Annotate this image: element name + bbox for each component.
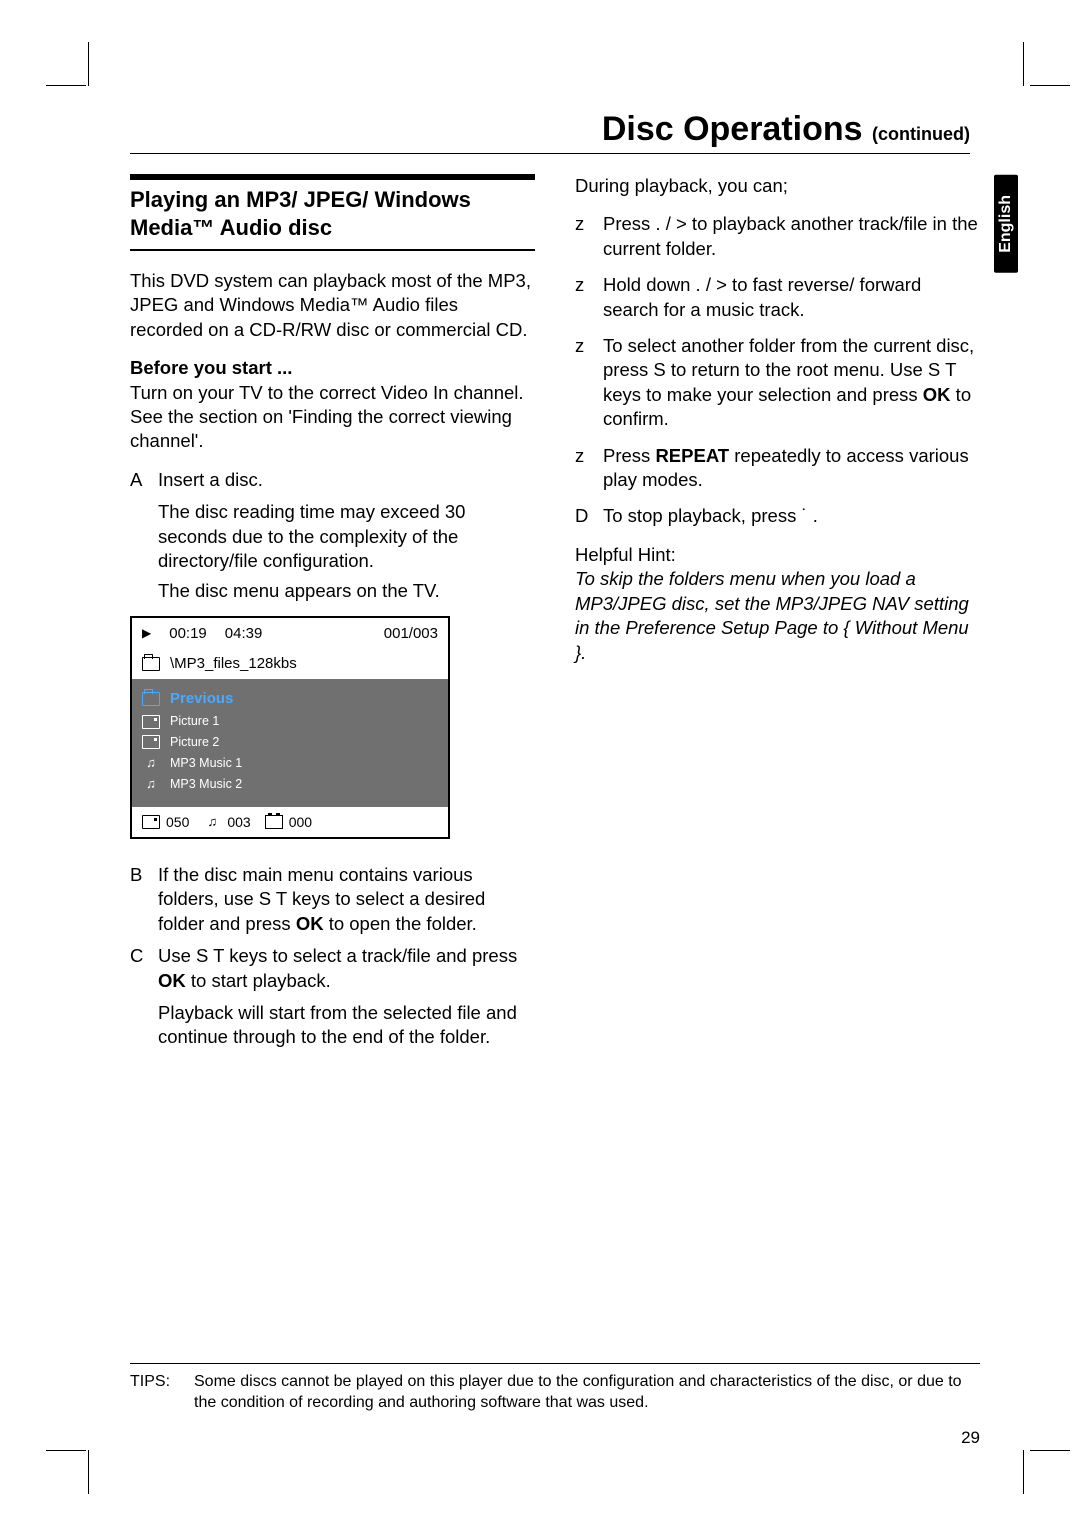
tips-footer: TIPS: Some discs cannot be played on thi… bbox=[130, 1363, 980, 1414]
disc-menu-body: Previous Picture 1 Picture 2 ♫ MP3 Music… bbox=[132, 679, 448, 806]
file-icon bbox=[142, 735, 160, 749]
step-b-marker: B bbox=[130, 863, 158, 936]
page-title: Disc Operations (continued) bbox=[130, 110, 970, 149]
page-number: 29 bbox=[961, 1428, 980, 1448]
bullet-item: z To select another folder from the curr… bbox=[575, 334, 980, 432]
disc-menu-footer: 050 ♫003 000 bbox=[132, 807, 448, 837]
step-a-marker: A bbox=[130, 468, 158, 492]
intro-paragraph: This DVD system can playback most of the… bbox=[130, 269, 535, 342]
crop-mark bbox=[1030, 1450, 1070, 1451]
crop-mark bbox=[1030, 85, 1070, 86]
bullet-item: z Hold down . / > to fast reverse/ forwa… bbox=[575, 273, 980, 322]
helpful-hint-body: To skip the folders menu when you load a… bbox=[575, 568, 969, 662]
disc-menu-illustration: ▶ 00:19 04:39 001/003 \MP3_files_128kbs … bbox=[130, 616, 450, 839]
title-main: Disc Operations bbox=[602, 110, 863, 148]
file-icon bbox=[142, 715, 160, 729]
disc-menu-path-row: \MP3_files_128kbs bbox=[132, 650, 448, 680]
step-a-body: Insert a disc. bbox=[158, 468, 535, 492]
before-you-start-label: Before you start ... bbox=[130, 357, 292, 378]
bullet-item: z Press REPEAT repeatedly to access vari… bbox=[575, 444, 980, 493]
crop-mark bbox=[1023, 42, 1024, 86]
during-playback-label: During playback, you can; bbox=[575, 174, 980, 198]
tips-label: TIPS: bbox=[130, 1372, 194, 1414]
time-current: 00:19 bbox=[169, 624, 207, 644]
play-icon: ▶ bbox=[142, 626, 151, 642]
disc-menu-header: ▶ 00:19 04:39 001/003 bbox=[132, 618, 448, 650]
manual-page: English Disc Operations (continued) Play… bbox=[0, 0, 1080, 1524]
content-columns: Playing an MP3/ JPEG/ Windows Media™ Aud… bbox=[130, 174, 980, 1056]
language-tab: English bbox=[994, 175, 1018, 273]
music-icon: ♫ bbox=[142, 754, 160, 771]
left-column: Playing an MP3/ JPEG/ Windows Media™ Aud… bbox=[130, 174, 535, 1056]
tips-text: Some discs cannot be played on this play… bbox=[194, 1372, 980, 1414]
step-a-note1: The disc reading time may exceed 30 seco… bbox=[130, 500, 535, 573]
crop-mark bbox=[88, 42, 89, 86]
crop-mark bbox=[46, 85, 86, 86]
step-d-marker: D bbox=[575, 504, 603, 528]
playback-actions-list: z Press . / > to playback another track/… bbox=[575, 212, 980, 492]
folder-open-icon bbox=[142, 657, 160, 671]
disc-menu-item: ♫ MP3 Music 2 bbox=[142, 773, 438, 794]
crop-mark bbox=[46, 1450, 86, 1451]
disc-menu-item: Picture 1 bbox=[142, 711, 438, 732]
disc-menu-path: \MP3_files_128kbs bbox=[170, 654, 297, 674]
step-c-marker: C bbox=[130, 944, 158, 993]
arrow-icon bbox=[130, 500, 158, 573]
disc-menu-previous: Previous bbox=[142, 687, 438, 711]
step-a-note2: The disc menu appears on the TV. bbox=[130, 579, 535, 603]
video-icon bbox=[265, 815, 283, 829]
title-rule bbox=[130, 153, 970, 154]
arrow-icon bbox=[130, 579, 158, 603]
helpful-hint-heading: Helpful Hint: bbox=[575, 544, 676, 565]
disc-menu-item: ♫ MP3 Music 1 bbox=[142, 752, 438, 773]
track-index: 001/003 bbox=[384, 624, 438, 644]
time-total: 04:39 bbox=[225, 624, 263, 644]
page-title-block: Disc Operations (continued) bbox=[130, 110, 980, 154]
title-sub: (continued) bbox=[872, 124, 970, 144]
step-a: A Insert a disc. bbox=[130, 468, 535, 492]
disc-menu-item: Picture 2 bbox=[142, 732, 438, 753]
crop-mark bbox=[1023, 1450, 1024, 1494]
section-heading: Playing an MP3/ JPEG/ Windows Media™ Aud… bbox=[130, 174, 535, 251]
folder-open-icon bbox=[142, 692, 160, 706]
music-icon: ♫ bbox=[142, 775, 160, 792]
music-icon: ♫ bbox=[203, 813, 221, 830]
right-column: During playback, you can; z Press . / > … bbox=[575, 174, 980, 1056]
arrow-icon bbox=[130, 1001, 158, 1050]
step-d: D To stop playback, press ˙ . bbox=[575, 504, 980, 528]
bullet-item: z Press . / > to playback another track/… bbox=[575, 212, 980, 261]
step-b: B If the disc main menu contains various… bbox=[130, 863, 535, 936]
before-you-start-body: Turn on your TV to the correct Video In … bbox=[130, 382, 524, 452]
step-c-note: Playback will start from the selected fi… bbox=[130, 1001, 535, 1050]
crop-mark bbox=[88, 1450, 89, 1494]
file-icon bbox=[142, 815, 160, 829]
step-c: C Use S T keys to select a track/file an… bbox=[130, 944, 535, 993]
